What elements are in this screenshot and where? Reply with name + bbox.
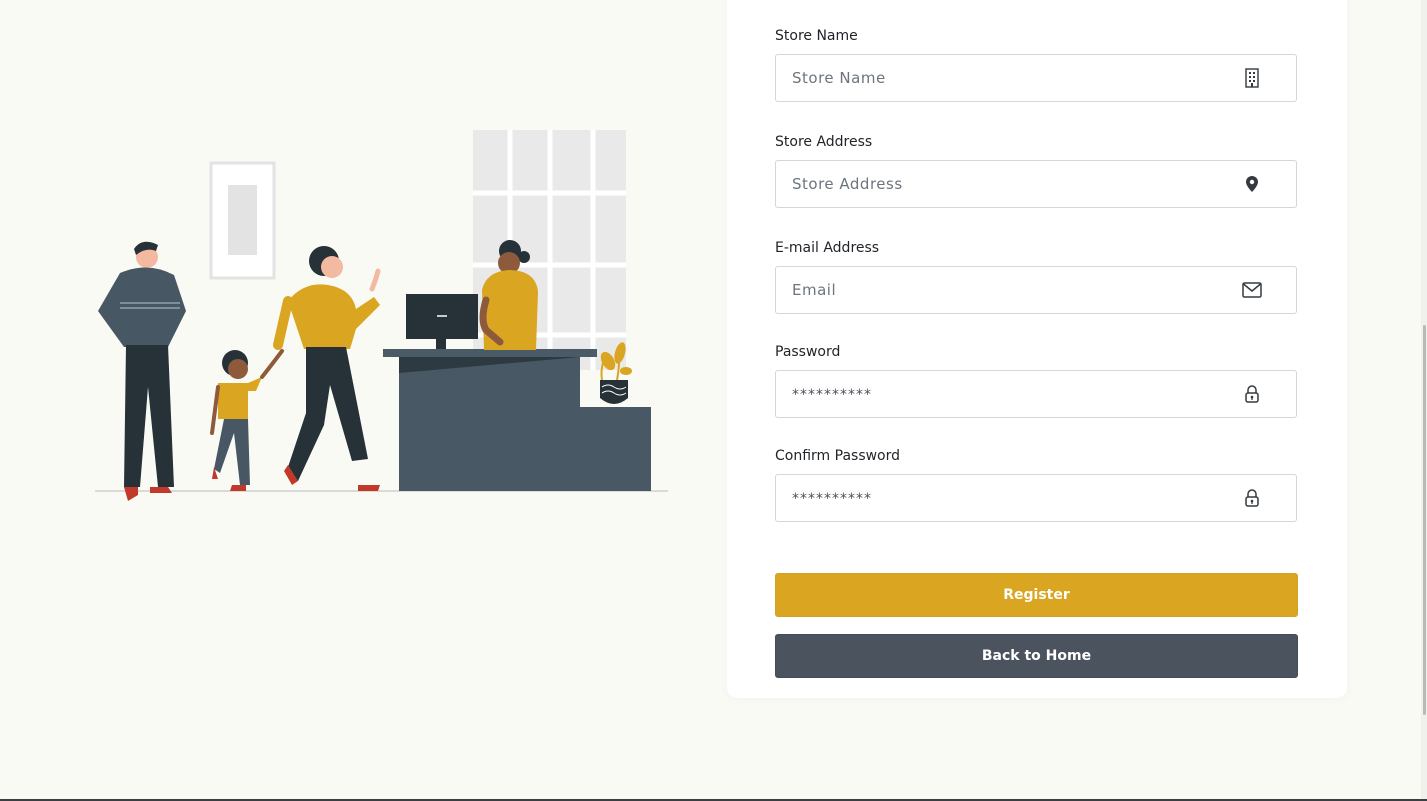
password-field[interactable] [775, 370, 1297, 418]
store-address-field[interactable] [775, 160, 1297, 208]
email-label: E-mail Address [775, 240, 880, 256]
store-name-input[interactable] [776, 55, 1216, 101]
email-field[interactable] [775, 266, 1297, 314]
store-family-illustration [95, 130, 668, 501]
map-pin-icon [1242, 174, 1262, 194]
lock-icon [1242, 488, 1262, 508]
store-name-field[interactable] [775, 54, 1297, 102]
back-to-home-button[interactable]: Back to Home [775, 634, 1298, 678]
girl-illustration [210, 349, 284, 491]
lock-icon [1242, 384, 1262, 404]
scrollbar-thumb[interactable] [1423, 325, 1426, 715]
monitor-illustration [406, 294, 478, 349]
store-address-input[interactable] [776, 161, 1216, 207]
scrollbar[interactable] [1421, 0, 1427, 801]
confirm-password-label: Confirm Password [775, 448, 901, 464]
confirm-password-input[interactable] [776, 475, 1216, 521]
register-button[interactable]: Register [775, 573, 1298, 617]
confirm-password-field[interactable] [775, 474, 1297, 522]
password-label: Password [775, 344, 841, 360]
envelope-icon [1242, 280, 1262, 300]
reception-counter-illustration [383, 349, 651, 491]
building-icon [1242, 68, 1262, 88]
email-input[interactable] [776, 267, 1216, 313]
store-address-label: Store Address [775, 134, 873, 150]
password-input[interactable] [776, 371, 1216, 417]
store-name-label: Store Name [775, 28, 858, 44]
woman-illustration [273, 246, 381, 491]
man-illustration [98, 241, 186, 501]
picture-frame-illustration [209, 161, 276, 280]
